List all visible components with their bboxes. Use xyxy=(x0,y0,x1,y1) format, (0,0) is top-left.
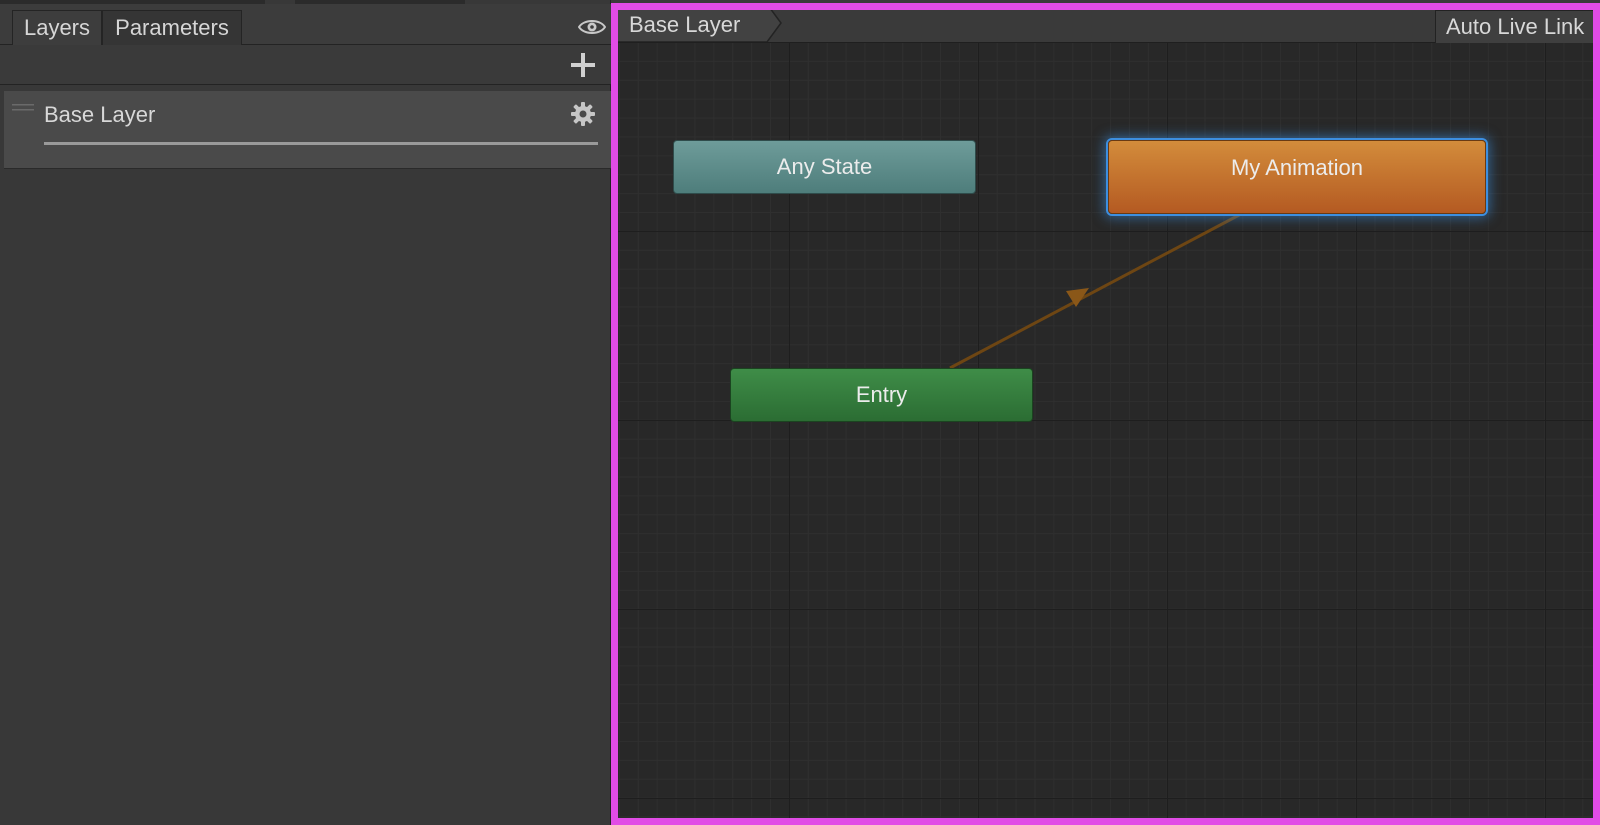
tab-layers[interactable]: Layers xyxy=(12,10,102,45)
any-state-node[interactable]: Any State xyxy=(673,140,976,194)
breadcrumb[interactable]: Base Layer xyxy=(611,4,783,42)
plus-icon[interactable] xyxy=(570,52,596,78)
layer-list-item[interactable]: Base Layer xyxy=(4,91,611,169)
tab-parameters[interactable]: Parameters xyxy=(102,10,242,45)
layer-weight-bar xyxy=(44,142,598,145)
panel-tab-bar: Layers Parameters xyxy=(0,4,611,45)
layer-name: Base Layer xyxy=(44,102,156,127)
auto-live-link-toggle[interactable]: Auto Live Link xyxy=(1435,10,1600,43)
gear-icon[interactable] xyxy=(570,101,596,127)
state-machine-graph[interactable]: Base Layer Auto Live Link Any State Entr… xyxy=(611,0,1600,825)
eye-icon[interactable] xyxy=(578,18,606,36)
breadcrumb-label: Base Layer xyxy=(629,12,741,37)
graph-toolbar: Base Layer Auto Live Link xyxy=(611,0,1600,43)
entry-node[interactable]: Entry xyxy=(730,368,1033,422)
layers-panel: Layers Parameters Base Layer xyxy=(0,0,611,825)
drag-handle-icon[interactable] xyxy=(12,104,34,112)
default-state-node[interactable]: My Animation xyxy=(1108,140,1486,214)
animator-window: Layers Parameters Base Layer Base Layer … xyxy=(0,0,1600,825)
layer-toolbar xyxy=(0,45,611,85)
